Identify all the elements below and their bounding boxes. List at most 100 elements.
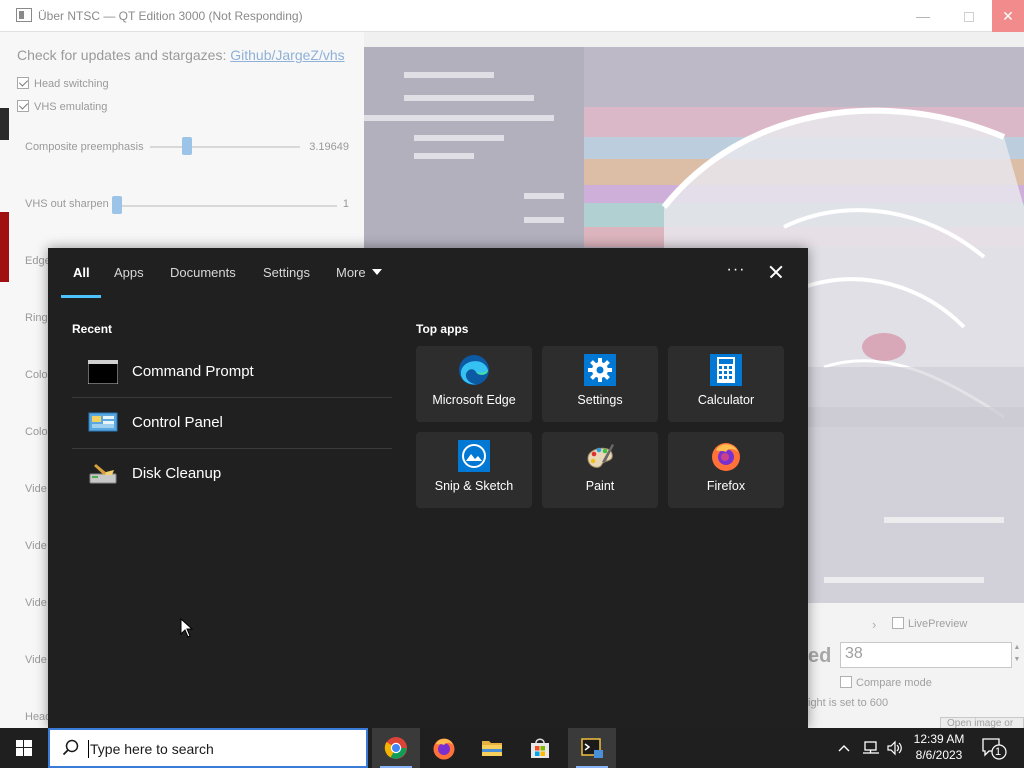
chevron-up-icon[interactable] xyxy=(836,740,852,756)
compare-mode-label: Compare mode xyxy=(856,677,932,689)
top-app-label: Settings xyxy=(577,393,623,407)
seed-spinner[interactable]: ▲ ▼ xyxy=(1010,642,1024,668)
taskbar: Type here to search 12:39 AM 8/6/2023 1 xyxy=(0,728,1024,768)
tab-more-label: More xyxy=(336,265,366,280)
github-link[interactable]: Github/JargeZ/vhs xyxy=(230,47,344,63)
top-app-label: Firefox xyxy=(706,479,746,493)
taskbar-ntsc-app[interactable] xyxy=(568,728,616,768)
chevron-right-icon[interactable]: › xyxy=(872,617,876,632)
tab-settings[interactable]: Settings xyxy=(263,265,310,280)
top-app-label: Paint xyxy=(585,479,615,493)
close-icon[interactable] xyxy=(764,260,788,284)
setting-label: Vide xyxy=(25,540,47,552)
top-app-snip-sketch[interactable]: Snip & Sketch xyxy=(416,432,532,508)
taskbar-search-box[interactable]: Type here to search xyxy=(48,728,368,768)
notification-center-button[interactable]: 1 xyxy=(980,736,1008,760)
recent-heading: Recent xyxy=(72,322,113,336)
snip-sketch-icon xyxy=(458,440,490,472)
recent-item-disk-cleanup[interactable]: Disk Cleanup xyxy=(72,449,392,499)
tab-all[interactable]: All xyxy=(73,265,90,280)
recent-item-label: Command Prompt xyxy=(132,363,254,380)
command-prompt-icon xyxy=(88,360,118,384)
top-app-label: Microsoft Edge xyxy=(432,393,516,407)
file-explorer-icon xyxy=(482,741,502,756)
active-tab-indicator xyxy=(61,295,101,298)
volume-icon[interactable] xyxy=(886,739,904,757)
vhs-emulating-label: VHS emulating xyxy=(34,101,108,113)
disk-cleanup-icon xyxy=(89,464,117,484)
taskbar-clock[interactable]: 12:39 AM 8/6/2023 xyxy=(906,731,972,763)
live-preview-checkbox[interactable]: LivePreview xyxy=(892,617,967,630)
composite-preemphasis-track[interactable] xyxy=(150,146,300,148)
compare-mode-checkbox[interactable]: Compare mode xyxy=(840,676,932,689)
minimize-button[interactable]: — xyxy=(900,0,946,32)
firefox-icon xyxy=(712,443,740,471)
checkbox-empty-icon xyxy=(840,676,852,688)
composite-preemphasis-value: 3.19649 xyxy=(309,141,349,153)
search-tabs: All Apps Documents Settings More ··· xyxy=(48,248,808,300)
taskbar-microsoft-store[interactable] xyxy=(516,728,564,768)
maximize-button[interactable] xyxy=(946,0,992,32)
composite-preemphasis-slider[interactable] xyxy=(181,137,192,155)
edge-icon xyxy=(459,355,489,385)
seed-label: ed xyxy=(808,645,832,667)
updates-text: Check for updates and stargazes: Github/… xyxy=(17,47,345,63)
setting-label: Vide xyxy=(25,483,47,495)
paint-icon xyxy=(587,444,614,468)
caret-down-icon xyxy=(371,269,382,275)
app-icon xyxy=(16,8,32,22)
tab-documents[interactable]: Documents xyxy=(170,265,236,280)
vhs-out-sharpen-value: 1 xyxy=(342,198,349,210)
maximize-icon xyxy=(964,12,974,23)
recent-item-label: Control Panel xyxy=(132,414,223,431)
composite-preemphasis-label: Composite preemphasis xyxy=(25,141,144,153)
top-app-firefox[interactable]: Firefox xyxy=(668,432,784,508)
window-title: Über NTSC — QT Edition 3000 (Not Respond… xyxy=(38,9,303,23)
taskbar-chrome[interactable] xyxy=(372,728,420,768)
seed-input[interactable]: 38 xyxy=(840,642,1012,668)
top-app-calculator[interactable]: Calculator xyxy=(668,346,784,422)
setting-label: Vide xyxy=(25,654,47,666)
clock-date: 8/6/2023 xyxy=(915,748,963,762)
top-app-paint[interactable]: Paint xyxy=(542,432,658,508)
window-close-button[interactable]: ✕ xyxy=(992,0,1024,32)
more-options-button[interactable]: ··· xyxy=(724,260,748,284)
open-image-button[interactable]: Open image or xyxy=(940,717,1024,728)
top-app-settings[interactable]: Settings xyxy=(542,346,658,422)
tab-more[interactable]: More xyxy=(336,265,382,280)
setting-label: Ring xyxy=(25,312,48,324)
microsoft-store-icon xyxy=(531,738,549,758)
panel-edge-strip xyxy=(0,108,9,140)
firefox-icon xyxy=(433,738,455,760)
search-flyout: All Apps Documents Settings More ··· Rec… xyxy=(48,248,808,728)
updates-label: Check for updates and stargazes: xyxy=(17,47,227,63)
setting-label: Vide xyxy=(25,597,47,609)
recent-item-label: Disk Cleanup xyxy=(132,465,222,482)
top-app-microsoft-edge[interactable]: Microsoft Edge xyxy=(416,346,532,422)
control-panel-icon xyxy=(88,412,118,432)
head-switching-label: Head switching xyxy=(34,78,109,90)
height-note: ight is set to 600 xyxy=(808,697,889,709)
terminal-app-icon xyxy=(581,738,603,758)
head-switching-checkbox[interactable]: Head switching xyxy=(17,77,109,90)
clock-time: 12:39 AM xyxy=(913,732,965,746)
search-placeholder: Type here to search xyxy=(90,741,214,757)
taskbar-firefox[interactable] xyxy=(420,728,468,768)
recent-item-control-panel[interactable]: Control Panel xyxy=(72,398,392,448)
top-app-label: Calculator xyxy=(697,393,755,407)
vhs-out-sharpen-slider[interactable] xyxy=(112,196,122,214)
taskbar-file-explorer[interactable] xyxy=(468,728,516,768)
calculator-icon xyxy=(710,354,742,386)
text-caret xyxy=(88,740,89,758)
start-button[interactable] xyxy=(0,728,48,768)
panel-edge-strip xyxy=(0,212,9,282)
chrome-icon xyxy=(384,737,407,759)
setting-label: Colo xyxy=(25,369,48,381)
mouse-cursor-icon xyxy=(180,618,194,638)
top-app-label: Snip & Sketch xyxy=(434,479,514,493)
tab-apps[interactable]: Apps xyxy=(114,265,144,280)
recent-item-command-prompt[interactable]: Command Prompt xyxy=(72,347,392,397)
network-icon[interactable] xyxy=(862,739,880,757)
window-titlebar[interactable]: Über NTSC — QT Edition 3000 (Not Respond… xyxy=(0,0,1024,32)
vhs-emulating-checkbox[interactable]: VHS emulating xyxy=(17,100,107,113)
